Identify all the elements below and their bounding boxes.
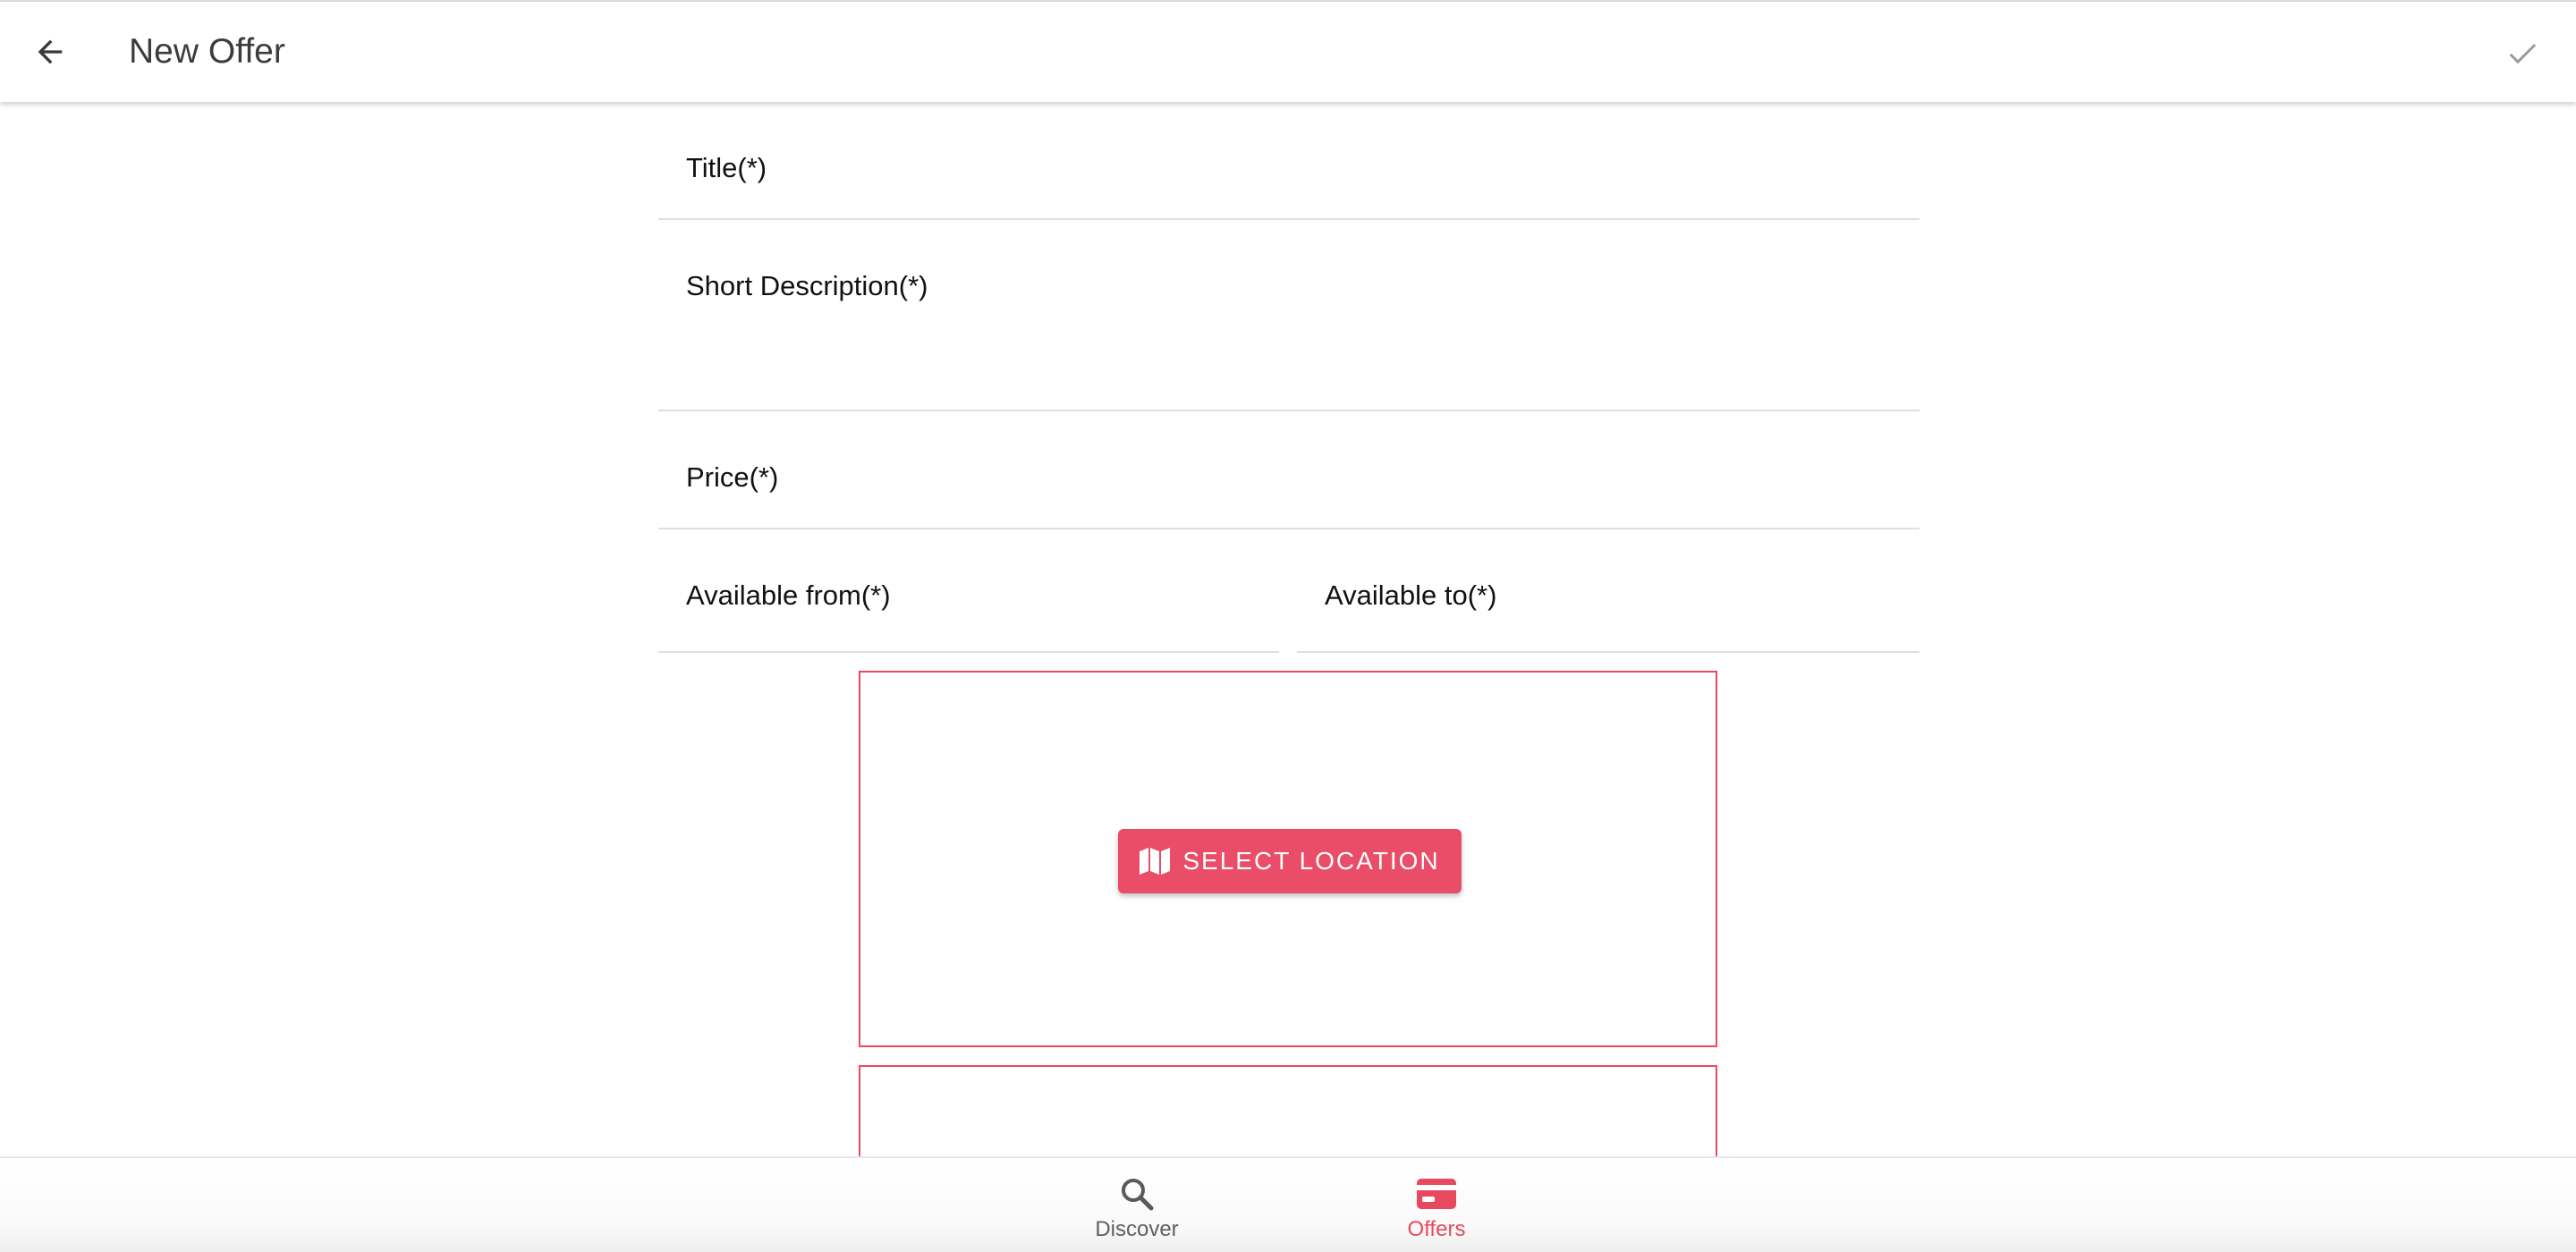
title-field[interactable]: Title(*) [658,102,1919,220]
tab-bar: Discover Offers [0,1156,2576,1252]
page-title: New Offer [129,32,285,71]
available-from-field[interactable]: Available from(*) [658,529,1279,653]
title-field-label: Title(*) [686,152,767,183]
tab-discover[interactable]: Discover [1056,1158,1217,1252]
confirm-button[interactable] [2494,25,2551,82]
tab-offers[interactable]: Offers [1356,1158,1517,1252]
card-icon [1417,1179,1456,1209]
tab-discover-label: Discover [1095,1217,1179,1241]
arrow-back-icon [38,39,63,64]
map-icon [1140,848,1171,875]
description-field-label: Short Description(*) [686,270,928,301]
location-picker: SELECT LOCATION [859,671,1717,1047]
available-to-label: Available to(*) [1325,579,1497,611]
price-field-label: Price(*) [686,461,779,493]
back-button[interactable] [21,23,79,80]
available-to-field[interactable]: Available to(*) [1297,529,1919,653]
app-root: New Offer Title(*) Short Description(*) … [0,0,2576,1252]
description-field[interactable]: Short Description(*) [658,220,1919,411]
checkmark-icon [2509,43,2537,64]
available-from-label: Available from(*) [686,579,891,611]
price-field[interactable]: Price(*) [658,411,1919,529]
select-location-button[interactable]: SELECT LOCATION [1118,829,1462,893]
toolbar: New Offer [0,0,2576,102]
tab-offers-label: Offers [1407,1217,1466,1241]
search-icon [1122,1179,1154,1211]
select-location-label: SELECT LOCATION [1182,847,1440,875]
